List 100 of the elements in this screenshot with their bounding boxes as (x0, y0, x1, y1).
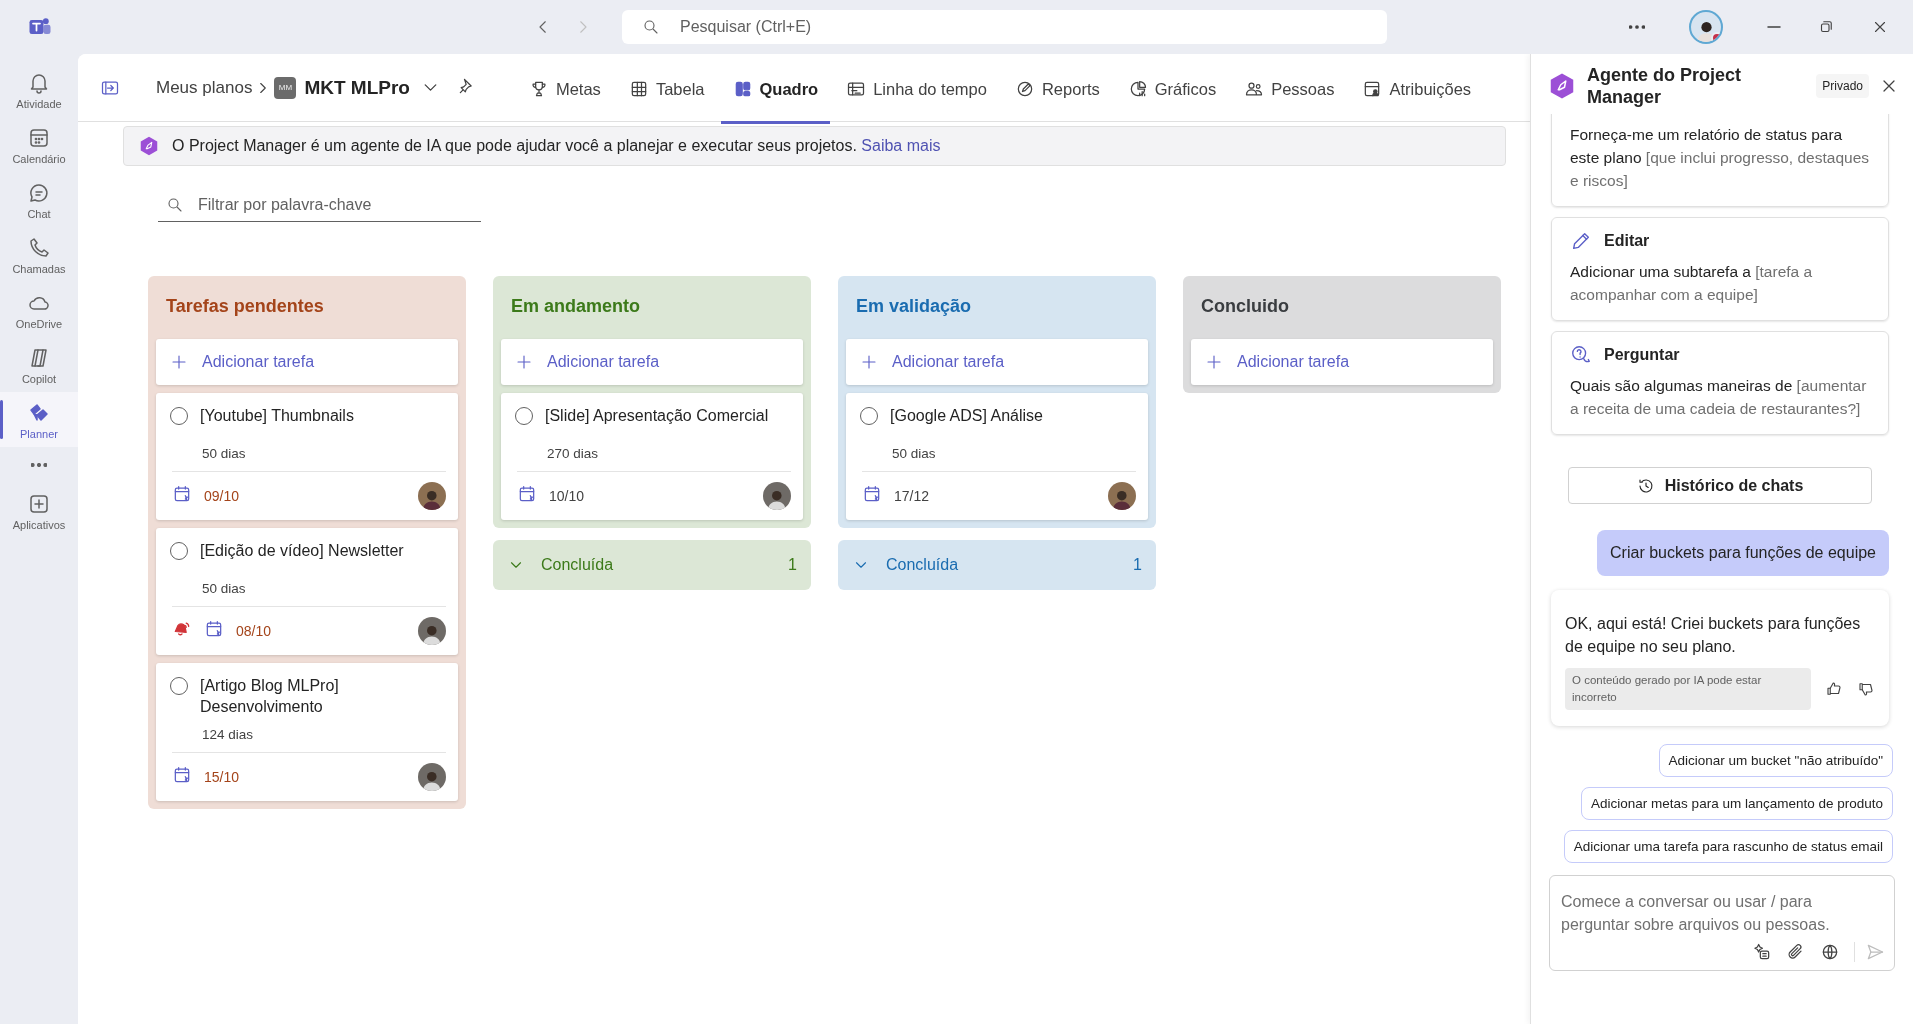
search-box[interactable]: Pesquisar (Ctrl+E) (622, 10, 1387, 44)
ai-disclaimer: O conteúdo gerado por IA pode estar incorreto (1565, 668, 1811, 710)
avatar (418, 482, 446, 510)
avatar (763, 482, 791, 510)
task-duration: 50 dias (892, 446, 937, 461)
prompt-text: Forneça-me um relatório de status para este plano [que inclui progresso, destaques e riscos] (1570, 125, 1870, 191)
rail-item[interactable]: Aplicativos (0, 483, 78, 538)
due-date: 10/10 (549, 488, 586, 504)
due-date: 15/10 (204, 769, 241, 785)
complete-radio[interactable] (170, 677, 188, 695)
agent-hexagon-icon (138, 135, 160, 157)
calendar-icon (172, 765, 192, 785)
calendar-icon (862, 484, 882, 504)
minimize-icon (1767, 26, 1781, 28)
search-icon (642, 18, 660, 36)
history-icon (1636, 476, 1655, 495)
plan-title: MKT MLPro (304, 76, 410, 99)
rail-item[interactable]: Chat (0, 172, 78, 227)
message-composer[interactable]: Comece a conversar ou usar / para perguntar sobre arquivos ou pessoas. (1549, 875, 1895, 971)
view-tab[interactable]: Metas (516, 57, 613, 124)
avatar (1108, 482, 1136, 510)
due-date: 09/10 (204, 488, 241, 504)
complete-radio[interactable] (860, 407, 878, 425)
calendar-icon (204, 619, 224, 639)
bucket-title: Tarefas pendentes (165, 295, 325, 318)
pencil-icon (1570, 230, 1592, 252)
plus-icon (515, 353, 533, 371)
task-duration: 124 dias (202, 727, 255, 742)
search-icon (166, 195, 184, 214)
add-task-button[interactable]: Adicionar tarefa (501, 339, 803, 385)
completed-section-toggle[interactable]: Concluída 1 (493, 540, 811, 590)
complete-radio[interactable] (170, 542, 188, 560)
rail-item[interactable]: Atividade (0, 62, 78, 117)
thumbs-up-button[interactable] (1825, 680, 1843, 698)
add-task-button[interactable]: Adicionar tarefa (1191, 339, 1493, 385)
due-date: 17/12 (894, 488, 931, 504)
plan-badge: MM (274, 76, 297, 99)
learn-more-link[interactable]: Saiba mais (861, 137, 941, 154)
chat-history-button[interactable]: Histórico de chats (1568, 467, 1872, 504)
view-tab[interactable]: Pessoas (1232, 57, 1347, 124)
task-title: [Slide] Apresentação Comercial (545, 406, 769, 426)
chat-icon (27, 181, 51, 205)
suggestion-chip[interactable]: Adicionar metas para um lançamento de produto (1581, 787, 1893, 820)
view-tab[interactable]: Gráficos (1115, 57, 1229, 124)
banner-text: O Project Manager é um agente de IA que pode ajudar você a planejar e executar seus projetos. Saiba mais (172, 137, 941, 155)
phone-icon (27, 236, 51, 260)
more-icon (31, 463, 47, 467)
more-icon (1629, 25, 1645, 29)
chevron-down-icon (423, 84, 437, 91)
task-title: [Artigo Blog MLPro] Desenvolvimento (200, 676, 340, 717)
task-duration: 270 dias (547, 446, 600, 461)
avatar (418, 763, 446, 791)
task-card[interactable]: [Youtube] Thumbnails 50 dias 09/10 (156, 393, 458, 520)
thumbs-down-button[interactable] (1857, 680, 1875, 698)
search-field[interactable]: Pesquisar (Ctrl+E) (678, 17, 1367, 37)
globe-icon (1820, 942, 1840, 962)
completed-section-toggle[interactable]: Concluída 1 (838, 540, 1156, 590)
plus-icon (170, 353, 188, 371)
breadcrumb-link[interactable]: Meus planos (156, 77, 253, 98)
task-card[interactable]: [Google ADS] Análise 50 dias 17/12 (846, 393, 1148, 520)
rail-item[interactable]: Copilot (0, 337, 78, 392)
add-apps-icon (27, 492, 51, 516)
thumbs-down-icon (1857, 680, 1875, 698)
calendar-icon (517, 484, 537, 504)
web-button[interactable] (1820, 942, 1840, 962)
rail-item[interactable]: Chamadas (0, 227, 78, 282)
complete-radio[interactable] (515, 407, 533, 425)
chevron-right-icon (260, 81, 267, 94)
view-tab[interactable]: Reports (1002, 57, 1112, 124)
rail-item[interactable]: Calendário (0, 117, 78, 172)
bucket-title: Concluido (1200, 295, 1290, 318)
plus-icon (1205, 353, 1223, 371)
task-card[interactable]: [Slide] Apresentação Comercial 270 dias 10/10 (501, 393, 803, 520)
plan-dropdown-button[interactable] (423, 84, 437, 91)
user-message: Criar buckets para funções de equipe (1597, 530, 1889, 576)
suggestion-chip[interactable]: Adicionar uma tarefa para rascunho de status email (1563, 830, 1893, 863)
prompt-card[interactable]: Perguntar Quais são algumas maneiras de [aumentar a receita de uma cadeia de restaurantes?] (1551, 331, 1889, 435)
task-duration: 50 dias (202, 581, 247, 596)
profile-avatar[interactable] (1689, 10, 1723, 44)
suggestion-chip[interactable]: Adicionar um bucket "não atribuído" (1658, 744, 1893, 777)
view-tab[interactable]: Atribuições (1350, 57, 1484, 124)
rail-item[interactable]: OneDrive (0, 282, 78, 337)
prompts-button[interactable] (1752, 942, 1772, 962)
task-title: [Google ADS] Análise (890, 406, 1043, 426)
reply-text: OK, aqui está! Criei buckets para funções de equipe no seu plano. (1565, 614, 1862, 657)
calendar-icon (27, 126, 51, 150)
panel-title: Agente do Project Manager (1587, 64, 1743, 108)
calendar-icon (172, 484, 192, 504)
task-card[interactable]: [Artigo Blog MLPro] Desenvolvimento 124 dias 15/10 (156, 663, 458, 801)
rail-item[interactable]: Planner (0, 392, 78, 447)
prompt-card[interactable]: Editar Adicionar uma subtarefa a [tarefa a acompanhar com a equipe] (1551, 217, 1889, 321)
prompt-card[interactable]: Forneça-me um relatório de status para este plano [que inclui progresso, destaques e riscos] (1551, 114, 1889, 207)
prompt-heading: Editar (1604, 232, 1650, 250)
add-task-button[interactable]: Adicionar tarefa (156, 339, 458, 385)
send-icon (1865, 942, 1885, 962)
task-card[interactable]: [Edição de vídeo] Newsletter 50 dias 08/10 (156, 528, 458, 655)
view-tab[interactable]: Tabela (616, 57, 717, 124)
view-tab[interactable]: Linha do tempo (834, 57, 999, 124)
complete-radio[interactable] (170, 407, 188, 425)
add-task-button[interactable]: Adicionar tarefa (846, 339, 1148, 385)
